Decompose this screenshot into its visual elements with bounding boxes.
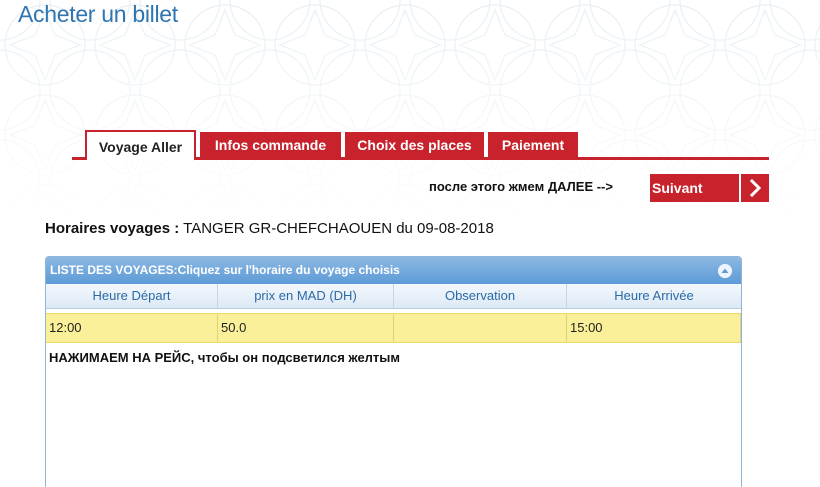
grid-header: Heure Départ prix en MAD (DH) Observatio… bbox=[46, 284, 741, 309]
page-title: Acheter un billet bbox=[18, 1, 178, 27]
schedule-heading: Horaires voyages : TANGER GR-CHEFCHAOUEN… bbox=[45, 220, 494, 237]
column-header-observation[interactable]: Observation bbox=[394, 284, 567, 308]
tab-voyage-aller[interactable]: Voyage Aller bbox=[85, 130, 196, 160]
cell-departure: 12:00 bbox=[46, 314, 218, 342]
cell-arrival: 15:00 bbox=[567, 314, 741, 342]
tab-infos-commande[interactable]: Infos commande bbox=[200, 132, 341, 158]
trip-list-grid: LISTE DES VOYAGES:Cliquez sur l'horaire … bbox=[45, 256, 742, 487]
cell-observation bbox=[394, 314, 567, 342]
grid-caption: LISTE DES VOYAGES:Cliquez sur l'horaire … bbox=[46, 257, 741, 284]
schedule-label: Horaires voyages : bbox=[45, 220, 180, 237]
schedule-route: TANGER GR-CHEFCHAOUEN du 09-08-2018 bbox=[183, 220, 494, 237]
grid-caption-text: LISTE DES VOYAGES:Cliquez sur l'horaire … bbox=[50, 263, 400, 277]
column-header-arrival[interactable]: Heure Arrivée bbox=[567, 284, 741, 308]
collapse-up-icon[interactable] bbox=[718, 264, 732, 278]
next-hint-text: после этого жмем ДАЛЕЕ --> bbox=[429, 179, 613, 194]
tab-paiement[interactable]: Paiement bbox=[488, 132, 578, 158]
column-header-departure[interactable]: Heure Départ bbox=[46, 284, 218, 308]
page: Acheter un billet Voyage Aller Infos com… bbox=[0, 0, 820, 487]
next-button-label: Suivant bbox=[652, 180, 703, 196]
column-header-price[interactable]: prix en MAD (DH) bbox=[218, 284, 394, 308]
grid-note: НАЖИМАЕМ НА РЕЙС, чтобы он подсветился ж… bbox=[49, 350, 401, 365]
chevron-right-icon bbox=[749, 178, 762, 198]
table-row[interactable]: 12:00 50.0 15:00 bbox=[46, 313, 741, 343]
tab-choix-des-places[interactable]: Choix des places bbox=[345, 132, 484, 158]
wizard-tabs: Voyage Aller Infos commande Choix des pl… bbox=[72, 130, 769, 160]
next-button-separator bbox=[739, 174, 741, 202]
next-button[interactable]: Suivant bbox=[650, 174, 769, 202]
cell-price: 50.0 bbox=[218, 314, 394, 342]
